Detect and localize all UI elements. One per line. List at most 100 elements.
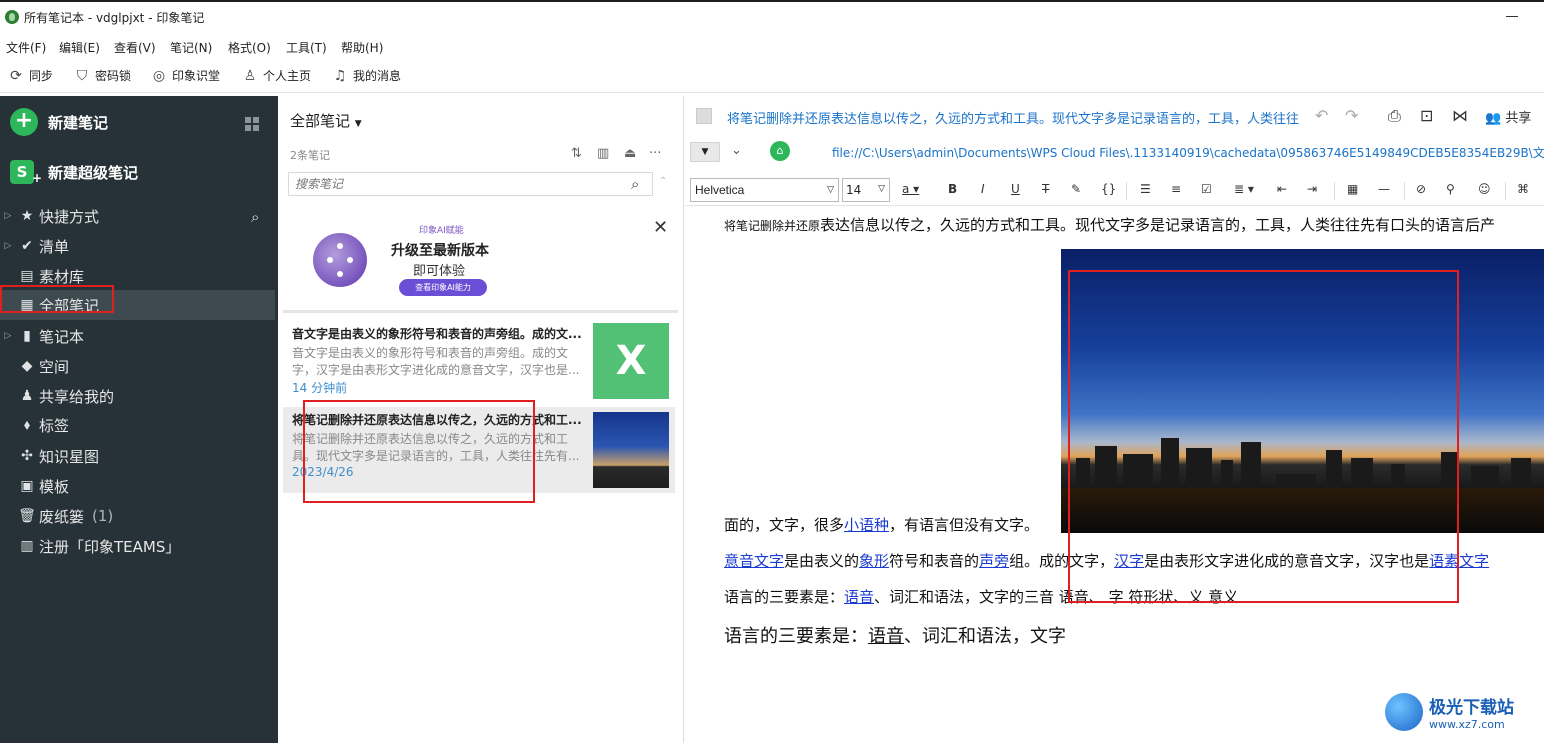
main-toolbar: ⟳ 同步 ⛉ 密码锁 ◎ 印象识堂 ♙ 个人主页 ♫ 我的消息 [0, 61, 1544, 93]
link-hanzi[interactable]: 汉字 [1114, 552, 1144, 570]
sidebar-item-register-teams[interactable]: ▥ 注册「印象TEAMS」 [0, 531, 275, 561]
editor-note-title[interactable]: 将笔记删除并还原表达信息以传之，久远的方式和工具。现代文字多是记录语言的，工具，… [727, 108, 1299, 127]
menu-edit[interactable]: 编辑(E) [59, 39, 100, 56]
sync-button[interactable]: ⟳ 同步 [8, 67, 53, 84]
sidebar-item-shared[interactable]: ♟ 共享给我的 [0, 381, 275, 411]
menu-file[interactable]: 文件(F) [6, 39, 46, 56]
people-icon: ♟ [20, 388, 34, 404]
expand-icon[interactable]: ⌄ [731, 143, 742, 158]
sidebar-item-all-notes[interactable]: ▦ 全部笔记 [0, 290, 275, 320]
align-icon[interactable]: ≣ ▾ [1234, 182, 1254, 196]
grid-icon[interactable] [245, 117, 259, 131]
collapse-caret-icon[interactable]: ⌃ [659, 176, 667, 187]
menu-format[interactable]: 格式(O) [228, 39, 271, 56]
divider-icon[interactable]: — [1378, 182, 1390, 196]
search-icon[interactable]: ⌕ [251, 208, 259, 226]
sidebar-item-label: 笔记本 [39, 327, 85, 346]
undo-icon[interactable]: ↶ [1315, 106, 1328, 125]
more-format-icon[interactable]: ⌘ [1517, 182, 1529, 196]
lock-icon[interactable]: ⌂ [770, 141, 790, 161]
sidebar-item-label: 模板 [39, 477, 70, 496]
expand-caret-icon[interactable]: ▷ [0, 331, 16, 341]
sidebar-item-tags[interactable]: ⬧ 标签 [0, 410, 275, 440]
table-icon[interactable]: ▦ [1347, 182, 1358, 196]
strikethrough-icon[interactable]: T [1042, 182, 1049, 196]
sidebar-item-templates[interactable]: ▣ 模板 [0, 471, 275, 501]
sidebar-item-materials[interactable]: ▤ 素材库 [0, 261, 275, 291]
notebook-dropdown[interactable]: ▼ [690, 142, 720, 162]
menu-help[interactable]: 帮助(H) [341, 39, 383, 56]
classroom-button[interactable]: ◎ 印象识堂 [151, 67, 220, 84]
sidebar-item-spaces[interactable]: ◆ 空间 [0, 351, 275, 381]
link-xiangxing[interactable]: 象形 [859, 552, 889, 570]
expand-caret-icon[interactable]: ▷ [0, 211, 16, 221]
sidebar-item-label: 全部笔记 [39, 296, 100, 315]
sidebar-item-knowledge-map[interactable]: ✣ 知识星图 [0, 441, 275, 471]
note-list-item[interactable]: 音文字是由表义的象形符号和表音的声旁组。成的文... 音文字是由表义的象形符号和… [283, 321, 675, 407]
body-text: 、词汇和语法，文字 [904, 626, 1066, 647]
code-block-icon[interactable]: {} [1101, 182, 1116, 196]
source-file-link[interactable]: file://C:\Users\admin\Documents\WPS Clou… [832, 144, 1544, 161]
password-lock-button[interactable]: ⛉ 密码锁 [74, 67, 131, 84]
embedded-city-photo[interactable] [1061, 249, 1544, 533]
password-lock-label: 密码锁 [95, 69, 132, 83]
print-icon[interactable]: ⎙ [1388, 106, 1401, 126]
link-yiyinwenzi[interactable]: 意音文字 [724, 552, 784, 570]
numbered-list-icon[interactable]: ≡ [1171, 182, 1181, 196]
sidebar-item-checklist[interactable]: ▷ ✔ 清单 [0, 231, 275, 261]
highlighter-icon[interactable]: ✎ [1071, 182, 1081, 196]
link-yusuwenzi[interactable]: 语素文字 [1429, 552, 1489, 570]
menu-tools[interactable]: 工具(T) [286, 39, 327, 56]
messages-button[interactable]: ♫ 我的消息 [332, 67, 401, 84]
sort-icon[interactable]: ⇅ [571, 146, 582, 161]
new-note-button[interactable]: + 新建笔记 [10, 108, 108, 136]
font-color-icon[interactable]: a ▾ [902, 182, 919, 196]
body-line-4: 语言的三要素是：语音、词汇和语法，文字的三音 语音、 字 符形状、义 意义 [724, 586, 1238, 607]
note-search-box[interactable]: ⌕ [288, 172, 653, 196]
ad-view-ai-button[interactable]: 查看印象AI能力 [399, 279, 487, 296]
sidebar-item-notebooks[interactable]: ▷ ▮ 笔记本 [0, 321, 275, 351]
close-icon[interactable]: ✕ [653, 217, 668, 238]
link-yuyin[interactable]: 语音 [844, 588, 874, 606]
attachment-icon[interactable]: ⊘ [1416, 182, 1426, 196]
more-options-icon[interactable]: ··· [649, 146, 661, 161]
outdent-icon[interactable]: ⇤ [1277, 182, 1287, 196]
redo-icon[interactable]: ↷ [1345, 106, 1358, 125]
emoji-icon[interactable]: ☺ [1478, 182, 1491, 196]
menu-view[interactable]: 查看(V) [114, 39, 156, 56]
note-list-item-selected[interactable]: 将笔记删除并还原表达信息以传之，久远的方式和工... 将笔记删除并还原表达信息以… [283, 407, 675, 493]
minimize-button[interactable] [1506, 16, 1518, 17]
checkbox-icon[interactable]: ☑ [1201, 182, 1212, 196]
italic-icon[interactable]: I [981, 182, 985, 196]
share-button[interactable]: 👥 共享 [1485, 107, 1531, 126]
bold-icon[interactable]: B [948, 182, 957, 196]
link-xiaoyuzhong[interactable]: 小语种 [844, 516, 889, 534]
editor-body[interactable]: 将笔记删除并还原表达信息以传之，久远的方式和工具。现代文字多是记录语言的，工具，… [685, 208, 1544, 743]
bullet-list-icon[interactable]: ☰ [1140, 182, 1151, 196]
font-size-select[interactable]: 14 ▽ [842, 178, 890, 202]
present-icon[interactable]: ⊡ [1420, 106, 1433, 125]
underline-icon[interactable]: U [1011, 182, 1020, 196]
note-list-title[interactable]: 全部笔记 ▼ [290, 110, 362, 131]
indent-icon[interactable]: ⇥ [1307, 182, 1317, 196]
note-title: 将笔记删除并还原表达信息以传之，久远的方式和工... [292, 413, 582, 427]
expand-caret-icon[interactable]: ▷ [0, 241, 16, 251]
menu-bar: 文件(F) 编辑(E) 查看(V) 笔记(N) 格式(O) 工具(T) 帮助(H… [0, 34, 1544, 58]
record-icon[interactable]: ⚲ [1446, 182, 1455, 196]
menu-note[interactable]: 笔记(N) [170, 39, 212, 56]
search-icon[interactable]: ⌕ [631, 175, 639, 193]
body-text: 是由表形文字进化成的意音文字，汉字也是 [1144, 552, 1430, 570]
font-family-select[interactable]: Helvetica ▽ [690, 178, 839, 202]
body-text-underlined: 语音 [868, 626, 904, 647]
link-shengpang[interactable]: 声旁 [979, 552, 1009, 570]
note-search-input[interactable] [289, 173, 619, 195]
ai-upgrade-banner: ✕ 印象AI赋能 升级至最新版本 即可体验 查看印象AI能力 [283, 207, 678, 313]
view-layout-icon[interactable]: ▥ [597, 146, 609, 161]
super-note-icon: S [10, 160, 42, 190]
share-network-icon[interactable]: ⋈ [1452, 106, 1468, 125]
new-super-note-button[interactable]: S 新建超级笔记 [10, 160, 138, 190]
reminder-icon[interactable]: ⏏ [624, 146, 636, 161]
sidebar-item-shortcuts[interactable]: ▷ ★ 快捷方式 ⌕ [0, 201, 275, 231]
homepage-button[interactable]: ♙ 个人主页 [242, 67, 311, 84]
sidebar-item-trash[interactable]: 🗑 废纸篓 (1) [0, 501, 275, 531]
